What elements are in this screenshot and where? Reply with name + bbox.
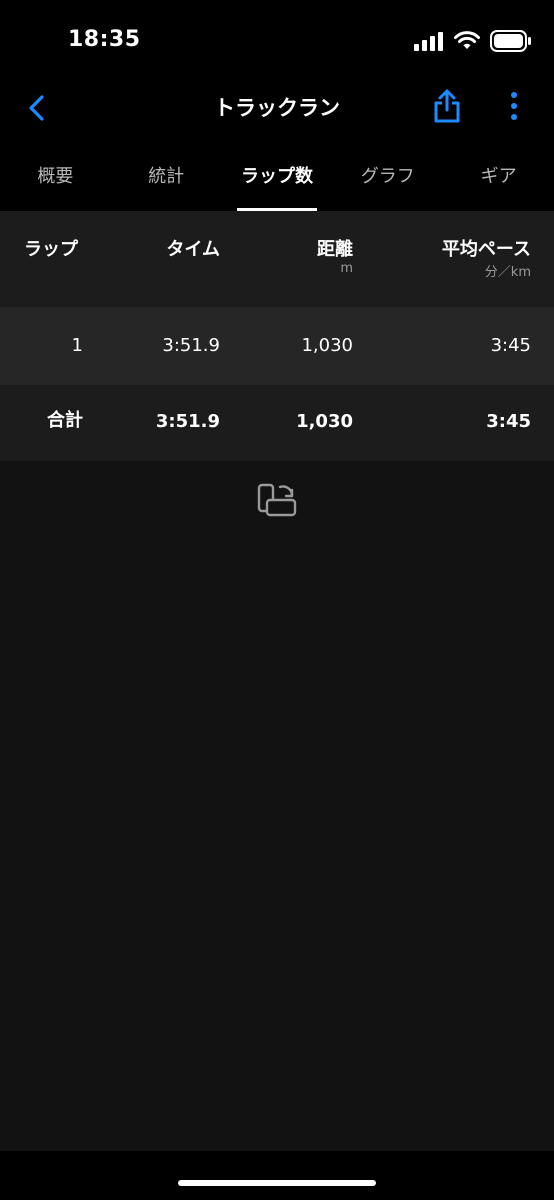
more-vertical-icon xyxy=(511,92,517,120)
cellular-signal-icon xyxy=(414,32,443,51)
rotate-device-icon xyxy=(257,483,297,517)
column-header-pace: 平均ペース xyxy=(441,239,531,260)
lap-distance: 1,030 xyxy=(301,335,353,356)
nav-bar: トラックラン xyxy=(0,78,554,136)
page-title: トラックラン xyxy=(214,96,340,120)
total-label: 合計 xyxy=(47,410,83,431)
table-row[interactable]: 1 3:51.9 1,030 3:45 xyxy=(0,307,554,385)
column-header-time: タイム xyxy=(166,239,220,260)
share-icon xyxy=(434,89,460,123)
table-total-row: 合計 3:51.9 1,030 3:45 xyxy=(0,385,554,461)
total-distance: 1,030 xyxy=(296,411,353,432)
status-icons xyxy=(414,30,532,52)
table-header: ラップ タイム 距離 m 平均ペース 分／km xyxy=(0,211,554,307)
column-unit-distance: m xyxy=(340,261,353,276)
lap-time: 3:51.9 xyxy=(162,335,220,356)
share-button[interactable] xyxy=(432,88,462,124)
total-time: 3:51.9 xyxy=(155,411,220,432)
tab-laps[interactable]: ラップ数 xyxy=(222,140,333,212)
tab-summary[interactable]: 概要 xyxy=(0,140,111,212)
lap-pace: 3:45 xyxy=(490,335,531,356)
screen: 18:35 トラックラン 概要 統計 ラップ数 グラフ ギア ラップ タイム 距… xyxy=(0,0,554,1200)
tab-bar: 概要 統計 ラップ数 グラフ ギア xyxy=(0,140,554,212)
home-indicator[interactable] xyxy=(178,1180,376,1186)
tab-graph[interactable]: グラフ xyxy=(332,140,443,212)
column-header-distance: 距離 xyxy=(317,239,353,260)
laps-table: ラップ タイム 距離 m 平均ペース 分／km 1 3:51.9 1,030 3… xyxy=(0,211,554,1151)
battery-icon xyxy=(490,30,531,52)
wifi-icon xyxy=(454,31,480,49)
lap-number: 1 xyxy=(71,335,83,356)
status-bar: 18:35 xyxy=(0,0,554,80)
column-header-lap: ラップ xyxy=(24,239,78,260)
tab-gear[interactable]: ギア xyxy=(443,140,554,212)
more-options-button[interactable] xyxy=(500,88,528,124)
tab-stats[interactable]: 統計 xyxy=(111,140,222,212)
column-unit-pace: 分／km xyxy=(484,265,531,280)
status-time: 18:35 xyxy=(68,27,141,52)
total-pace: 3:45 xyxy=(486,411,531,432)
rotate-device-button[interactable] xyxy=(256,481,300,521)
